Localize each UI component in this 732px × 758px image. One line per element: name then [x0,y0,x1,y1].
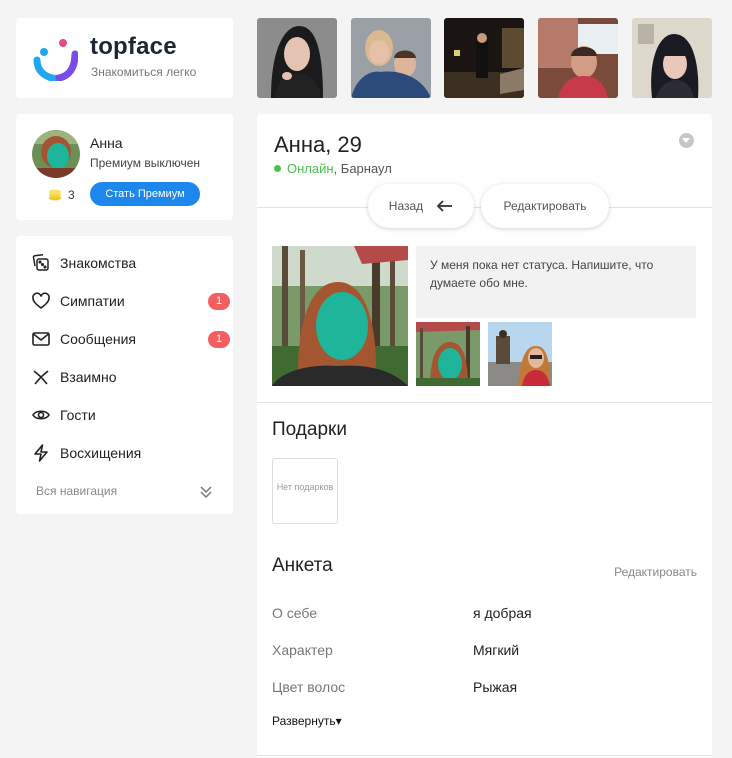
coins-icon [49,189,61,201]
field-label-hair-color: Цвет волос [272,679,346,695]
dice-icon [32,254,49,271]
envelope-icon [32,332,50,346]
nav-item-guests[interactable]: Гости [32,401,222,429]
nav-item-mutual[interactable]: Взаимно [32,363,222,391]
top-photo-3[interactable] [444,18,524,98]
top-photo-5[interactable] [632,18,712,98]
logo-title: topface [90,33,177,60]
field-value-hair-color: Рыжая [473,679,518,695]
avatar[interactable] [32,130,80,178]
user-card: Анна Премиум выключен 3 Стать Премиум [16,114,233,220]
topface-logo-icon [33,39,78,81]
coins-count: 3 [68,188,75,202]
nav-item-messages[interactable]: Сообщения 1 [32,325,230,353]
become-premium-button[interactable]: Стать Премиум [90,182,200,206]
likes-badge: 1 [208,293,230,310]
back-label: Назад [388,199,424,213]
nav-label: Гости [60,407,96,423]
nav-label: Взаимно [60,369,117,385]
profile-menu-dropdown-icon[interactable] [679,133,694,148]
top-photo-2[interactable] [351,18,431,98]
online-label: Онлайн [287,161,334,176]
all-navigation-link[interactable]: Вся навигация [36,484,117,498]
mutual-icon [33,370,49,385]
divider [257,402,712,403]
field-value-character: Мягкий [473,642,520,658]
edit-profile-button[interactable]: Редактировать [481,184,609,228]
user-name[interactable]: Анна [90,135,123,151]
nav-label: Знакомства [60,255,137,271]
back-button[interactable]: Назад [368,184,474,228]
field-label-character: Характер [272,642,333,658]
profile-card: Анна, 29 Онлайн, Барнаул Назад Редактиро… [257,114,712,758]
nav-label: Восхищения [60,445,142,461]
top-photo-4[interactable] [538,18,618,98]
navigation-menu: Знакомства Симпатии 1 Сообщения 1 Взаимн… [16,236,233,514]
logo-card[interactable]: topface Знакомиться легко [16,18,233,98]
profile-status: Онлайн, Барнаул [274,161,392,176]
field-value-about: я добрая [473,605,532,621]
city-label: , Барнаул [333,161,392,176]
photo-thumbnail-2[interactable] [488,322,552,386]
field-label-about: О себе [272,605,318,621]
top-photo-1[interactable] [257,18,337,98]
eye-icon [32,410,50,420]
main-profile-photo[interactable] [272,246,408,386]
divider [257,755,712,756]
expand-form-link[interactable]: Развернуть▾ [272,714,342,728]
nav-label: Симпатии [60,293,125,309]
form-edit-link[interactable]: Редактировать [614,565,697,579]
nav-item-dating[interactable]: Знакомства [32,249,222,277]
coins-counter[interactable]: 3 [48,188,75,202]
heart-icon [32,292,50,310]
profile-name-age: Анна, 29 [274,132,362,157]
premium-status: Премиум выключен [90,156,201,170]
arrow-left-icon [437,200,453,212]
nav-item-likes[interactable]: Симпатии 1 [32,287,230,315]
logo-subtitle: Знакомиться легко [91,65,197,79]
gifts-title: Подарки [272,419,347,440]
gifts-empty-placeholder: Нет подарков [272,458,338,524]
messages-badge: 1 [208,331,230,348]
nav-label: Сообщения [60,331,136,347]
photo-thumbnail-1[interactable] [416,322,480,386]
status-message: У меня пока нет статуса. Напишите, что д… [416,246,696,318]
online-dot-icon [274,165,281,172]
double-chevron-down-icon[interactable] [200,485,212,499]
form-title: Анкета [272,555,333,576]
nav-item-admirations[interactable]: Восхищения [32,439,222,467]
lightning-icon [34,444,48,462]
